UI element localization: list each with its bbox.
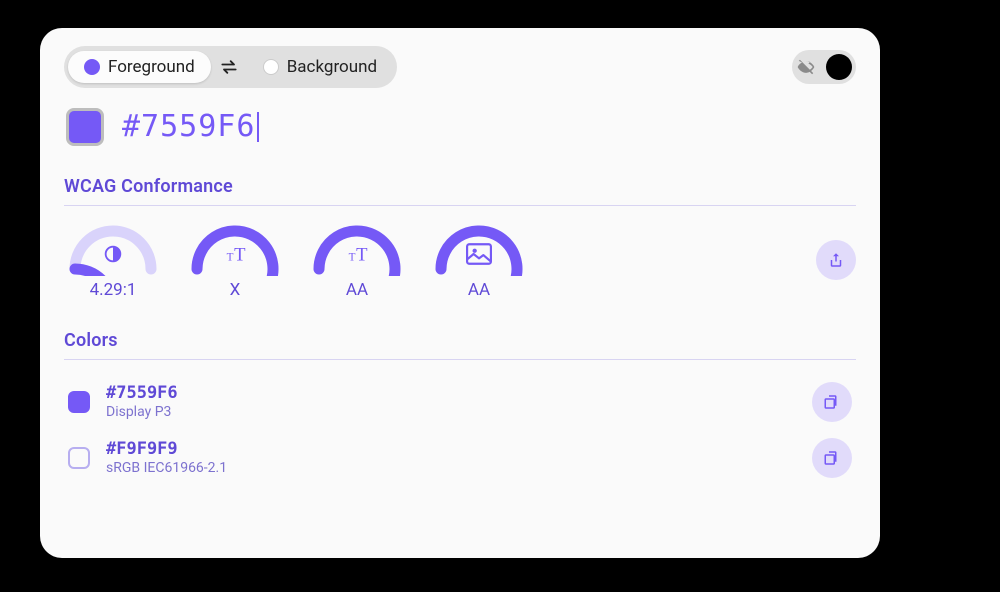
- copy-button[interactable]: [812, 438, 852, 478]
- toggle-knob: [826, 54, 852, 80]
- svg-text:T: T: [234, 245, 246, 265]
- color-row: #7559F6Display P3: [64, 374, 856, 430]
- image-icon: [430, 243, 528, 265]
- fg-bg-toggle: Foreground Background: [64, 46, 397, 88]
- wcag-row: 4.29:1 TTX TTAA AA: [64, 220, 856, 300]
- svg-text:T: T: [227, 252, 234, 264]
- svg-text:T: T: [349, 252, 356, 264]
- foreground-label: Foreground: [108, 57, 195, 77]
- background-label: Background: [287, 57, 377, 77]
- foreground-tab[interactable]: Foreground: [68, 51, 211, 83]
- copy-icon: [823, 449, 841, 467]
- text-large-icon: TT: [308, 243, 406, 265]
- wcag-heading: WCAG Conformance: [64, 176, 856, 197]
- text-small-icon: TT: [186, 243, 284, 265]
- gauge: TT AA: [308, 220, 406, 300]
- gauges: 4.29:1 TTX TTAA AA: [64, 220, 816, 300]
- divider: [64, 359, 856, 360]
- gauge-label: AA: [346, 280, 368, 300]
- share-button[interactable]: [816, 240, 856, 280]
- gauge: AA: [430, 220, 528, 300]
- colors-list: #7559F6Display P3 #F9F9F9sRGB IEC61966-2.…: [64, 374, 856, 486]
- background-tab[interactable]: Background: [247, 51, 393, 83]
- svg-text:T: T: [356, 245, 368, 265]
- gauge-label: AA: [468, 280, 490, 300]
- contrast-icon: [64, 243, 162, 265]
- color-hex: #F9F9F9: [106, 439, 812, 460]
- eye-off-icon: [796, 57, 816, 77]
- swap-button[interactable]: [219, 57, 239, 77]
- color-meta: #F9F9F9sRGB IEC61966-2.1: [106, 439, 812, 478]
- app-window: Foreground Background #7559: [40, 28, 880, 558]
- color-hex: #7559F6: [106, 383, 812, 404]
- copy-button[interactable]: [812, 382, 852, 422]
- hex-input[interactable]: #7559F6: [122, 112, 259, 142]
- colors-heading: Colors: [64, 330, 856, 351]
- hex-input-row: #7559F6: [64, 108, 856, 146]
- color-meta: #7559F6Display P3: [106, 383, 812, 422]
- swap-icon: [219, 57, 239, 77]
- color-profile: Display P3: [106, 404, 812, 422]
- color-row: #F9F9F9sRGB IEC61966-2.1: [64, 430, 856, 486]
- divider: [64, 205, 856, 206]
- gauge: TTX: [186, 220, 284, 300]
- background-dot-icon: [263, 59, 279, 75]
- header-row: Foreground Background: [64, 46, 856, 88]
- copy-icon: [823, 393, 841, 411]
- color-profile: sRGB IEC61966-2.1: [106, 460, 812, 478]
- gauge: 4.29:1: [64, 220, 162, 300]
- foreground-dot-icon: [84, 59, 100, 75]
- color-swatch[interactable]: [68, 391, 90, 413]
- preview-toggle[interactable]: [792, 50, 856, 84]
- color-swatch-large[interactable]: [66, 108, 104, 146]
- share-icon: [827, 251, 845, 269]
- gauge-label: 4.29:1: [90, 280, 137, 300]
- gauge-label: X: [230, 280, 241, 300]
- color-swatch[interactable]: [68, 447, 90, 469]
